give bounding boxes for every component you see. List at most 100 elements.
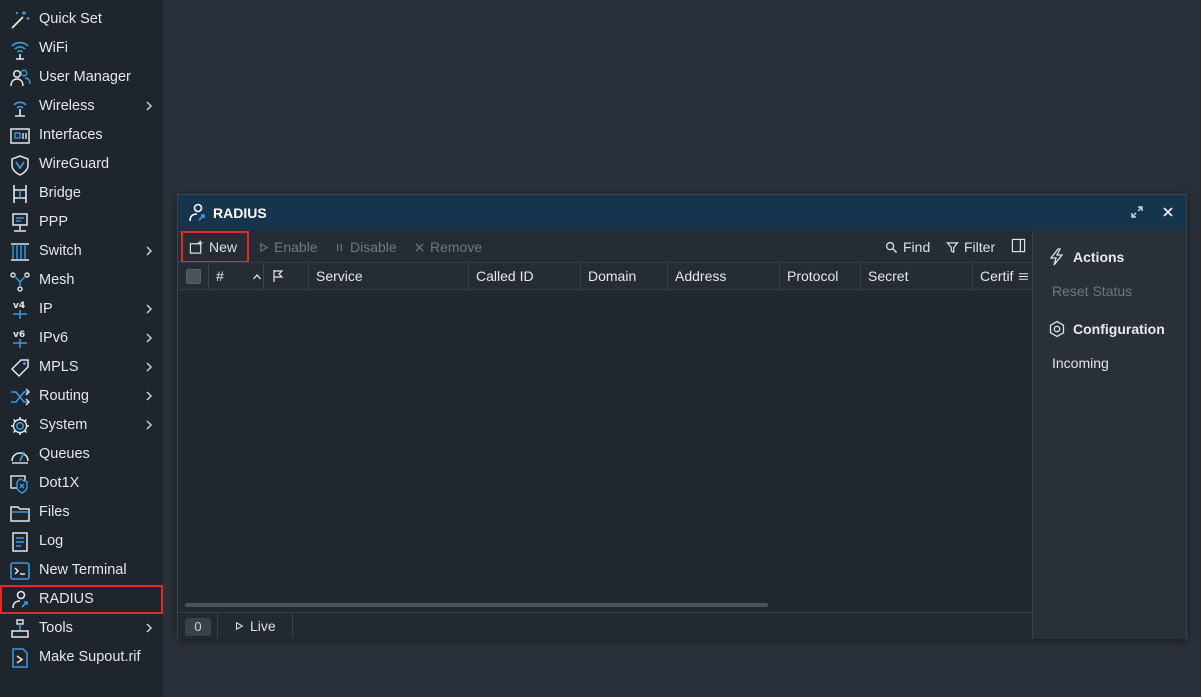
status-bar: 0 Live [178, 612, 1032, 639]
filter-icon [946, 241, 959, 253]
disable-button[interactable]: Disable [334, 239, 397, 255]
column-header-address[interactable]: Address [667, 263, 779, 290]
sidebar-item-mpls[interactable]: MPLS [0, 353, 163, 382]
horizontal-scrollbar[interactable] [185, 603, 768, 607]
remove-button[interactable]: Remove [414, 239, 482, 255]
enable-button[interactable]: Enable [258, 239, 318, 255]
ipv4-icon: v4 [9, 299, 31, 321]
column-header-domain[interactable]: Domain [580, 263, 667, 290]
mesh-icon [9, 270, 31, 292]
sidebar: Quick Set WiFi User Manager Wireless Interfa… [0, 0, 163, 697]
sidebar-item-label: New Terminal [39, 562, 127, 578]
find-button[interactable]: Find [885, 239, 930, 255]
side-panel: Actions Reset Status Configuration Incom… [1032, 230, 1186, 639]
column-header-called-id[interactable]: Called ID [468, 263, 580, 290]
chevron-right-icon [144, 244, 154, 258]
filter-button[interactable]: Filter [946, 239, 995, 255]
svg-text:v6: v6 [13, 330, 25, 340]
sidebar-item-log[interactable]: Log [0, 527, 163, 556]
ipv6-icon: v6 [9, 328, 31, 350]
sidebar-item-dot1x[interactable]: Dot1X [0, 469, 163, 498]
sidebar-item-ipv6[interactable]: v6 IPv6 [0, 324, 163, 353]
divider [292, 613, 293, 639]
dot1x-icon [9, 473, 31, 495]
column-header-secret[interactable]: Secret [860, 263, 972, 290]
reset-status-button[interactable]: Reset Status [1052, 283, 1132, 299]
tag-icon [9, 357, 31, 379]
sidebar-item-wifi[interactable]: WiFi [0, 34, 163, 63]
window-titlebar[interactable]: RADIUS [178, 195, 1186, 230]
sidebar-item-label: Wireless [39, 98, 95, 114]
sidebar-item-label: Dot1X [39, 475, 80, 491]
column-header-service[interactable]: Service [308, 263, 468, 290]
toolbar: New Enable Disable Remove Find Filter [178, 230, 1032, 263]
remove-icon [415, 242, 424, 252]
sidebar-item-wireguard[interactable]: WireGuard [0, 150, 163, 179]
sidebar-item-quick-set[interactable]: Quick Set [0, 5, 163, 34]
column-header-protocol[interactable]: Protocol [779, 263, 860, 290]
divider [217, 613, 218, 639]
sidebar-item-files[interactable]: Files [0, 498, 163, 527]
column-header-flag[interactable] [263, 263, 308, 290]
sidebar-item-label: Bridge [39, 185, 81, 201]
sidebar-item-radius[interactable]: RADIUS [0, 585, 163, 614]
sidebar-item-switch[interactable]: Switch [0, 237, 163, 266]
chevron-right-icon [144, 302, 154, 316]
sidebar-item-label: WireGuard [39, 156, 110, 172]
play-icon [235, 621, 244, 631]
column-header-certificate[interactable]: Certif [972, 263, 1017, 290]
live-button[interactable]: Live [234, 618, 276, 634]
sidebar-item-ppp[interactable]: PPP [0, 208, 163, 237]
chevron-right-icon [144, 360, 154, 374]
sidebar-item-make-supout-rif[interactable]: Make Supout.rif [0, 643, 163, 672]
radius-icon [186, 202, 208, 224]
sidebar-item-new-terminal[interactable]: New Terminal [0, 556, 163, 585]
sidebar-item-wireless[interactable]: Wireless [0, 92, 163, 121]
sidebar-item-label: MPLS [39, 359, 79, 375]
new-button[interactable]: New [181, 231, 249, 263]
close-icon[interactable] [1160, 204, 1176, 220]
sidebar-item-bridge[interactable]: Bridge [0, 179, 163, 208]
svg-text:v4: v4 [13, 301, 25, 311]
switch-icon [9, 241, 31, 263]
sidebar-item-queues[interactable]: Queues [0, 440, 163, 469]
sidebar-item-label: Files [39, 504, 70, 520]
sidebar-item-label: System [39, 417, 88, 433]
sidebar-item-routing[interactable]: Routing [0, 382, 163, 411]
sidebar-item-label: WiFi [39, 40, 68, 56]
sidebar-item-label: Switch [39, 243, 82, 259]
radius-icon [9, 589, 31, 611]
routing-icon [9, 386, 31, 408]
sidebar-item-label: Routing [39, 388, 89, 404]
sidebar-item-label: Mesh [39, 272, 75, 288]
column-menu-icon[interactable] [1017, 263, 1032, 290]
maximize-icon[interactable] [1129, 204, 1145, 220]
row-count-badge: 0 [185, 618, 211, 636]
sidebar-item-interfaces[interactable]: Interfaces [0, 121, 163, 150]
sidebar-item-user-manager[interactable]: User Manager [0, 63, 163, 92]
sidebar-item-label: Make Supout.rif [39, 649, 141, 665]
sidebar-item-label: RADIUS [39, 591, 94, 607]
actions-heading: Actions [1048, 248, 1124, 266]
sidebar-item-system[interactable]: System [0, 411, 163, 440]
sidebar-item-tools[interactable]: Tools [0, 614, 163, 643]
sidebar-item-ip[interactable]: v4 IP [0, 295, 163, 324]
bridge-icon [9, 183, 31, 205]
table-header: # Service Called ID Domain Address Proto… [178, 262, 1032, 290]
sidebar-item-label: IPv6 [39, 330, 69, 346]
wifi-icon [9, 38, 31, 60]
new-item-icon [189, 239, 203, 254]
panel-toggle-icon[interactable] [1011, 238, 1026, 253]
gauge-icon [9, 444, 31, 466]
play-icon [260, 242, 269, 252]
sidebar-item-label: User Manager [39, 69, 131, 85]
table-body [178, 290, 1032, 612]
sidebar-item-mesh[interactable]: Mesh [0, 266, 163, 295]
incoming-button[interactable]: Incoming [1052, 355, 1109, 371]
terminal-icon [9, 560, 31, 582]
ppp-icon [9, 212, 31, 234]
column-header-number[interactable]: # [208, 263, 263, 290]
window-title: RADIUS [213, 205, 267, 221]
select-all-checkbox[interactable] [178, 263, 208, 290]
tools-icon [9, 618, 31, 640]
